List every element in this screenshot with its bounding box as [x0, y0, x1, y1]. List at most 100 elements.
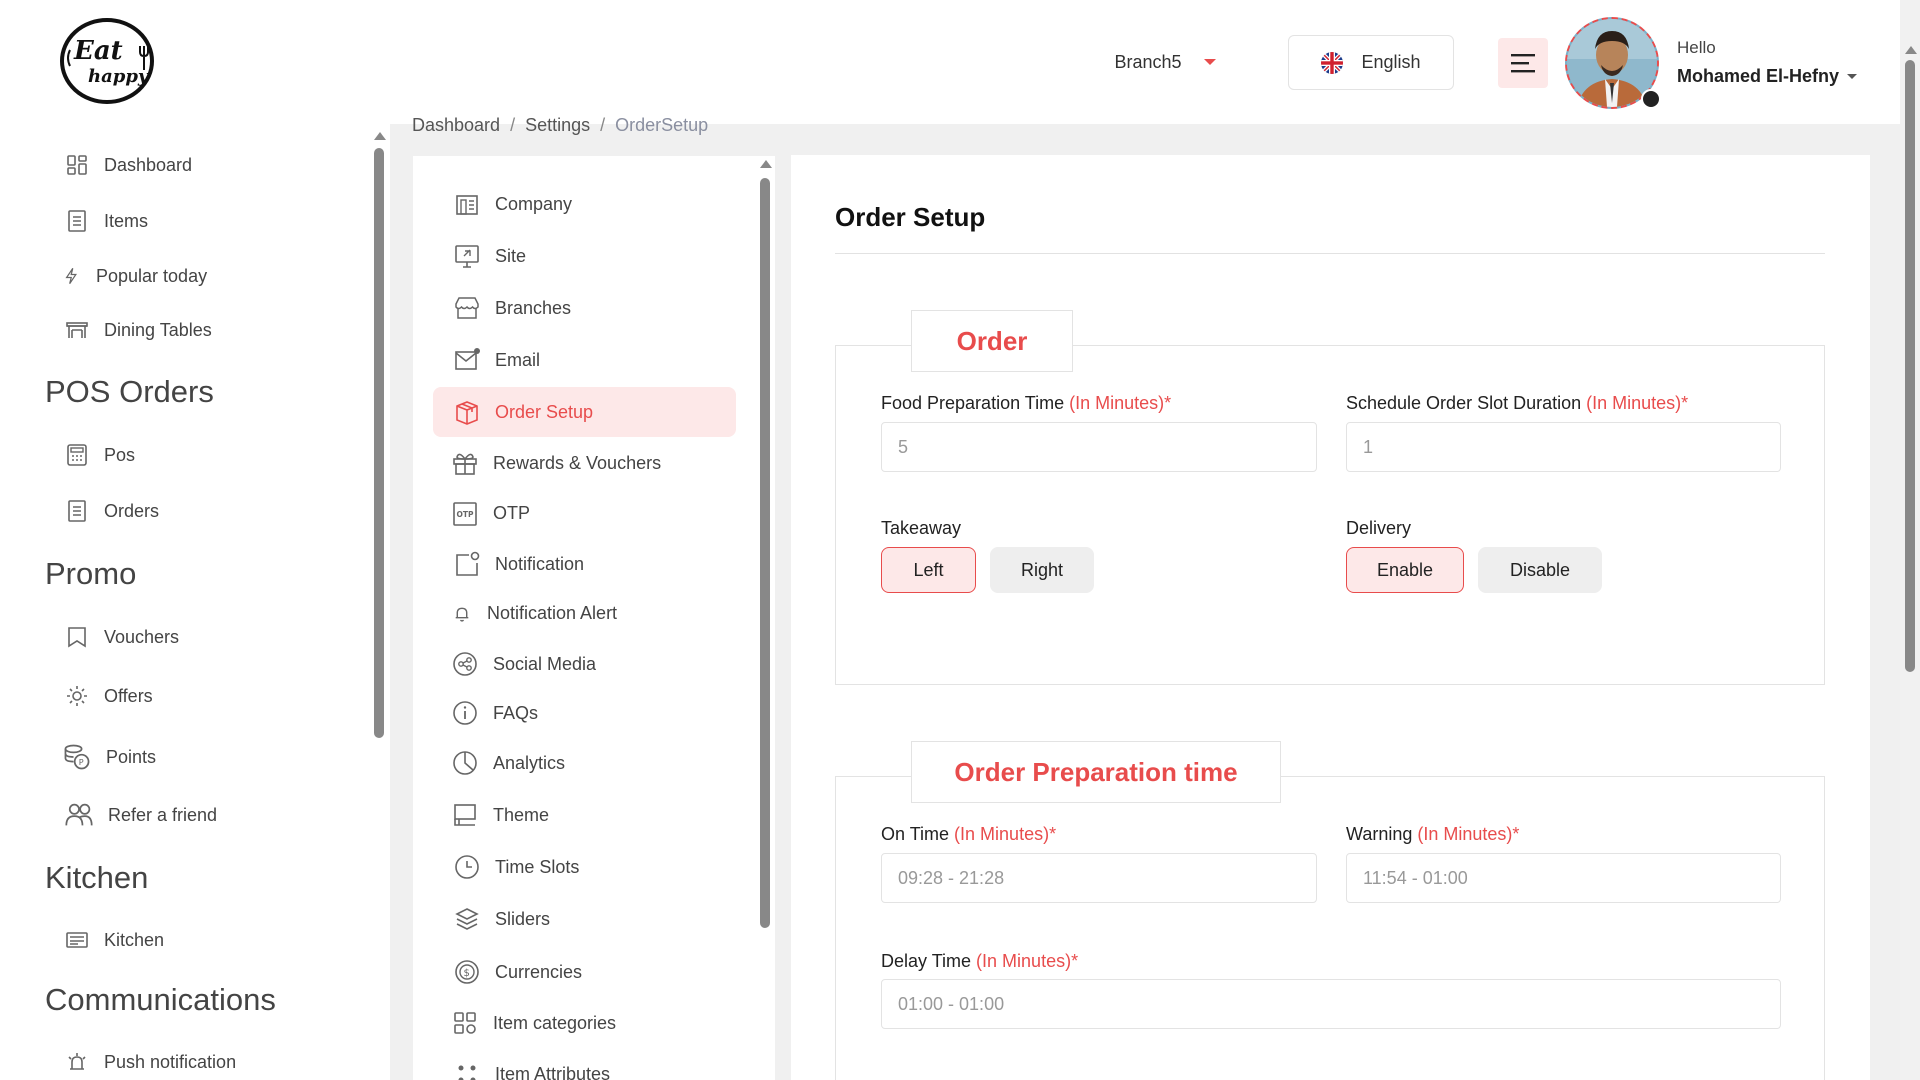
sidebar-item-label: Popular today [96, 265, 208, 286]
sidebar-item-dining-tables[interactable]: Dining Tables [64, 317, 212, 343]
food-prep-hint: (In Minutes)* [1069, 393, 1172, 413]
settings-item-email[interactable]: Email [453, 346, 540, 374]
on-time-label: On Time (In Minutes)* [881, 824, 1056, 845]
sidebar-item-push-notification[interactable]: Push notification [64, 1049, 236, 1075]
greeting-text: Hello [1677, 38, 1716, 57]
svg-text:$: $ [464, 968, 470, 979]
settings-item-currencies[interactable]: $ Currencies [453, 958, 582, 986]
sidebar-item-label: Pos [104, 444, 136, 465]
takeaway-left-button[interactable]: Left [881, 547, 976, 593]
settings-menu: Company Site Branches Email Order Setup … [413, 156, 775, 1080]
sidebar-item-refer-a-friend[interactable]: Refer a friend [64, 800, 217, 830]
settings-item-notification-alert[interactable]: Notification Alert [451, 602, 617, 624]
clock-icon [455, 855, 479, 879]
settings-item-analytics[interactable]: Analytics [451, 749, 565, 777]
layers-icon [455, 908, 479, 930]
sidebar-item-label: Orders [104, 500, 160, 521]
sidebar-item-offers[interactable]: Offers [64, 683, 153, 709]
voucher-icon [68, 627, 86, 648]
delivery-enable-button[interactable]: Enable [1346, 547, 1464, 593]
warning-input[interactable] [1346, 853, 1781, 903]
sidebar-item-kitchen[interactable]: Kitchen [64, 927, 164, 953]
delivery-disable-button[interactable]: Disable [1478, 547, 1602, 593]
settings-item-item-categories[interactable]: Item categories [451, 1009, 616, 1037]
sidebar-item-label: Dining Tables [104, 319, 212, 340]
on-time-input[interactable] [881, 853, 1317, 903]
settings-item-item-attributes[interactable]: Item Attributes [453, 1060, 610, 1080]
sidebar-item-label: Refer a friend [108, 804, 218, 825]
svg-text:OTP: OTP [457, 510, 474, 519]
settings-item-social-media[interactable]: Social Media [451, 650, 596, 678]
svg-text:P: P [79, 758, 84, 767]
order-setup-panel: Order Setup Order Food Preparation Time … [791, 155, 1870, 1080]
schedule-slot-label: Schedule Order Slot Duration (In Minutes… [1346, 393, 1688, 414]
settings-item-rewards-vouchers[interactable]: Rewards & Vouchers [451, 449, 661, 477]
sidebar-scroll-up-icon[interactable] [374, 132, 386, 140]
hamburger-menu-button[interactable] [1498, 38, 1548, 88]
settings-item-otp[interactable]: OTP OTP [451, 499, 530, 527]
sidebar-scrollbar[interactable] [374, 148, 384, 738]
branch-select[interactable]: Branch5 [1080, 36, 1250, 88]
share-icon [453, 652, 477, 676]
settings-item-sliders[interactable]: Sliders [453, 905, 550, 933]
order-section-tab: Order [911, 310, 1073, 372]
settings-item-site[interactable]: Site [453, 242, 526, 270]
warning-label-text: Warning [1346, 824, 1413, 844]
user-menu[interactable]: Hello Mohamed El-Hefny [1677, 38, 1858, 87]
user-name-row: Mohamed El-Hefny [1677, 66, 1858, 87]
theme-icon [454, 804, 476, 826]
settings-item-company[interactable]: Company [453, 190, 572, 218]
sidebar-heading-communications: Communications [45, 982, 276, 1017]
settings-item-faqs[interactable]: FAQs [451, 699, 538, 727]
attributes-icon [458, 1065, 476, 1080]
pie-chart-icon [453, 751, 477, 775]
delivery-label: Delivery [1346, 518, 1412, 538]
avatar[interactable] [1565, 17, 1661, 109]
page-scroll-up-icon[interactable] [1905, 46, 1917, 54]
uk-flag-icon [1321, 51, 1344, 74]
settings-menu-scroll-up-icon[interactable] [760, 160, 772, 168]
sidebar-item-vouchers[interactable]: Vouchers [64, 624, 179, 650]
settings-item-label: Order Setup [495, 401, 594, 422]
settings-item-notification[interactable]: Notification [453, 550, 584, 578]
food-prep-input[interactable] [881, 422, 1317, 472]
otp-icon: OTP [453, 502, 477, 526]
notification-icon [456, 551, 480, 576]
delay-time-label-text: Delay Time [881, 951, 972, 971]
sidebar-item-popular-today[interactable]: Popular today [62, 263, 207, 289]
sidebar-item-points[interactable]: P Points [62, 742, 156, 772]
order-prep-section [835, 776, 1825, 1080]
eat-happy-logo[interactable]: Eat happy [58, 16, 156, 106]
settings-item-time-slots[interactable]: Time Slots [453, 853, 579, 881]
breadcrumb-settings[interactable]: Settings [525, 116, 590, 136]
user-name: Mohamed El-Hefny [1677, 66, 1840, 86]
settings-item-label: Social Media [493, 653, 597, 674]
schedule-slot-input[interactable] [1346, 422, 1781, 472]
lightning-icon [65, 267, 77, 285]
dashboard-icon [67, 155, 87, 175]
delay-time-input[interactable] [881, 979, 1781, 1029]
currency-icon: $ [455, 960, 479, 984]
language-button[interactable]: English [1288, 35, 1454, 90]
settings-item-label: Currencies [495, 961, 583, 982]
takeaway-right-button[interactable]: Right [990, 547, 1094, 593]
orders-icon [68, 500, 86, 522]
settings-menu-scrollbar[interactable] [760, 178, 770, 928]
settings-item-label: Notification [495, 553, 585, 574]
sidebar-item-orders[interactable]: Orders [64, 498, 159, 524]
sidebar-heading-promo: Promo [45, 556, 137, 591]
settings-item-order-setup[interactable]: Order Setup [453, 398, 593, 426]
settings-item-label: OTP [493, 502, 531, 523]
breadcrumb-dashboard[interactable]: Dashboard [412, 116, 500, 136]
sidebar-item-pos[interactable]: Pos [64, 442, 135, 468]
settings-item-branches[interactable]: Branches [453, 294, 571, 322]
title-divider [835, 253, 1825, 254]
edit-avatar-icon[interactable] [1641, 89, 1661, 109]
sidebar-item-dashboard[interactable]: Dashboard [64, 152, 192, 178]
sidebar-item-items[interactable]: Items [64, 208, 148, 234]
delay-time-hint: (In Minutes)* [976, 951, 1079, 971]
page-scrollbar-thumb[interactable] [1905, 60, 1915, 672]
settings-item-theme[interactable]: Theme [451, 801, 549, 829]
on-time-hint: (In Minutes)* [954, 824, 1057, 844]
settings-item-label: Company [495, 193, 573, 214]
